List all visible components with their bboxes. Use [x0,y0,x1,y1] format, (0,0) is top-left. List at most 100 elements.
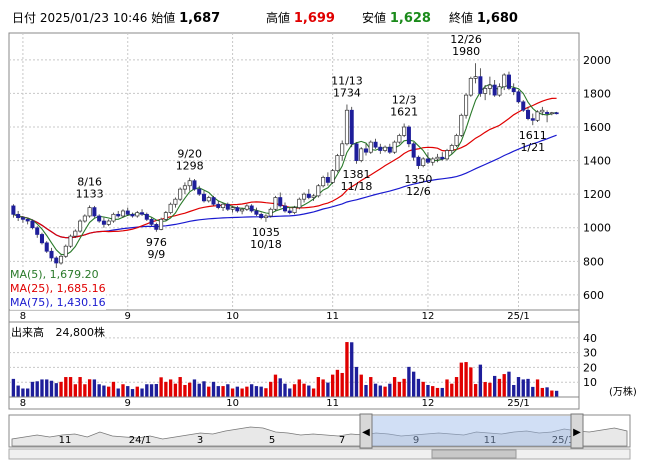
candle-body [387,146,392,153]
candle-body [459,114,464,136]
annotation-label: 1734 [333,87,361,100]
ma75-legend: MA(75), 1,430.16 [10,296,106,309]
price-tick-label: 2000 [583,54,611,67]
high-label: 高値 [266,11,291,25]
candle-body [325,177,330,183]
annotation-label: 1133 [76,187,104,200]
candle-body [430,158,435,163]
volume-bar [97,384,101,397]
candle-body [173,198,178,205]
month-tick-label: 8 [20,311,26,322]
candle-body [78,220,83,232]
candle-body [302,193,307,200]
volume-bar [54,383,58,397]
scrollbar-thumb[interactable] [431,449,517,459]
low-group: 安値 1,628 [362,8,431,28]
candle-body [521,101,526,111]
candle-body [144,213,149,220]
annotation-label: 10/18 [250,238,282,251]
date-strip-bottom [8,396,580,410]
candle-body [526,109,531,119]
candle-body [211,197,216,205]
candle-body [487,84,492,89]
volume-tick-label: 10 [583,376,597,389]
high-value: 1,699 [293,11,335,26]
volume-bar [273,374,278,397]
volume-bar [235,386,240,397]
volume-bar [431,386,435,397]
volume-bar [483,382,487,397]
month-tick-label: 25/1 [507,311,529,322]
candle-body [383,146,388,151]
month-tick-label: 9 [125,398,131,409]
volume-bar [288,388,292,397]
volume-title: 出来高 [11,326,44,339]
month-tick-label: 9 [125,311,131,322]
volume-bar [245,386,249,397]
volume-bar [164,381,168,397]
candle-body [483,88,488,94]
volume-bar [154,384,159,397]
date-strip [8,309,580,323]
candle-body [68,235,73,247]
navigator-range[interactable] [367,416,571,446]
price-tick-label: 1800 [583,87,611,100]
volume-bar [49,380,54,397]
candle-body [82,215,87,222]
candle-body [354,143,359,161]
volume-bar [307,385,311,397]
quote-header: 日付 2025/01/23 10:46 始値 1,687 [12,8,220,28]
datetime-value: 2025/01/23 10:46 [39,11,148,25]
volume-bar [254,386,259,397]
candle-body [373,141,378,148]
candle-body [411,143,416,158]
volume-bar [531,386,535,397]
candle-body [39,234,44,244]
volume-bar [512,384,516,397]
price-axis: 2000 1800 1600 1400 1200 1000 800 600 [583,54,611,302]
candle-body [406,126,411,145]
candle-body [111,213,116,222]
candle-body [535,111,540,121]
volume-bar [526,378,530,397]
volume-bar [87,379,92,397]
volume-bar [350,342,354,397]
volume-bar [445,379,449,397]
close-label: 終値 [449,11,474,25]
navigator-tick-label: 3 [197,435,203,446]
price-tick-label: 1000 [583,222,611,235]
volume-bar [202,381,206,397]
volume-bar [435,387,440,397]
stock-chart-frame: 200018001600140012001000800600 8/1611339… [8,32,631,460]
volume-bar [497,378,502,397]
volume-bar [40,379,44,397]
volume-bar [502,374,506,397]
candle-body [292,207,297,213]
volume-bar [493,375,497,397]
scrollbar[interactable] [8,448,631,460]
candle-body [444,150,450,160]
month-tick-label: 25/1 [507,398,529,409]
candle-body [44,242,49,252]
candle-body [554,112,559,115]
volume-bar [168,379,173,397]
candle-body [206,197,211,202]
candle-body [130,213,135,217]
volume-bar [188,382,192,397]
volume-bar [402,378,406,397]
volume-bar [359,374,363,397]
candle-body [311,195,316,198]
candle-body [154,224,159,230]
candle-body [120,210,126,217]
candle-body [321,177,326,187]
volume-bar [269,381,273,397]
candle-body [54,257,59,264]
volume-bar [107,386,111,397]
volume-bar [226,384,230,397]
ma5-legend: MA(5), 1,679.20 [10,268,99,281]
volume-bar [407,366,411,397]
volume-bar [11,378,16,397]
volume-bar [550,390,554,397]
volume-bar [16,385,20,397]
volume-bar [278,378,282,397]
